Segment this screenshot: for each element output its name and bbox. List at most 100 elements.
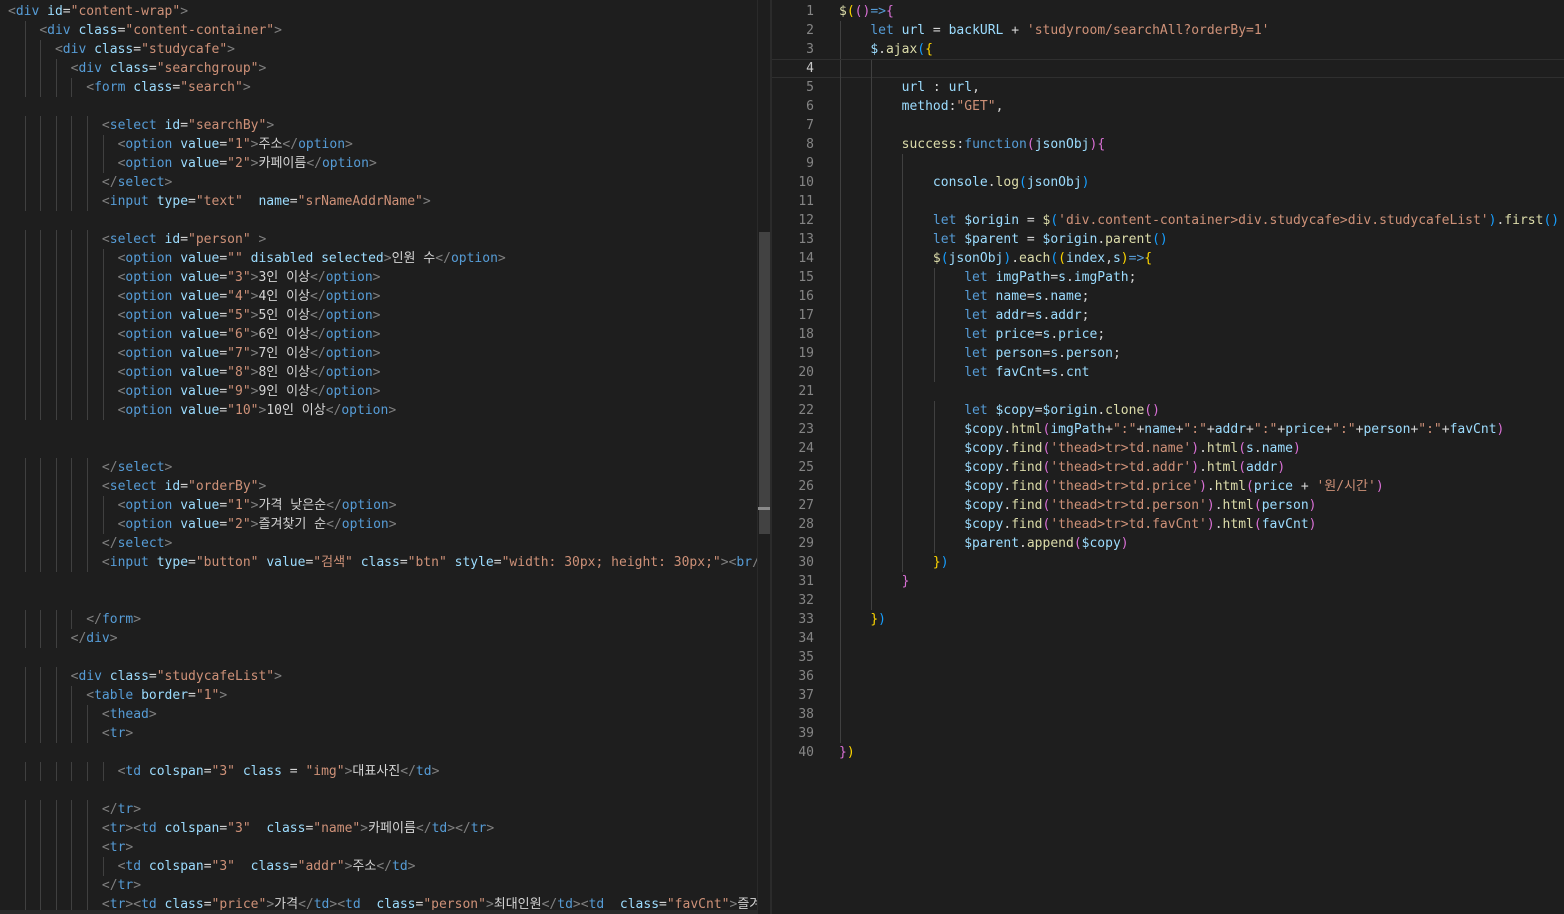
code-line[interactable]: 4	[772, 59, 1564, 79]
code-line[interactable]: 1 $(()=>{	[772, 2, 1564, 21]
code-line[interactable]: 40})	[772, 743, 1564, 762]
code-line[interactable]: <select id="orderBy">	[0, 477, 771, 496]
code-line[interactable]: 25 $copy.find('thead>tr>td.addr').html(a…	[772, 458, 1564, 477]
code-line[interactable]: 33 })	[772, 610, 1564, 629]
code-line[interactable]: <option value="2">카페이름</option>	[0, 154, 771, 173]
code-line[interactable]: 14 $(jsonObj).each((index,s)=>{	[772, 249, 1564, 268]
code-line[interactable]: <div class="content-container">	[0, 21, 771, 40]
code-line[interactable]: 6 method:"GET",	[772, 97, 1564, 116]
code-line[interactable]: 11	[772, 192, 1564, 211]
code-line[interactable]: 24 $copy.find('thead>tr>td.name').html(s…	[772, 439, 1564, 458]
code-line[interactable]: 23 $copy.html(imgPath+":"+name+":"+addr+…	[772, 420, 1564, 439]
code-line[interactable]: <form class="search">	[0, 78, 771, 97]
code-line[interactable]: <div class="studycafe">	[0, 40, 771, 59]
code-line[interactable]: 2 let url = backURL + 'studyroom/searchA…	[772, 21, 1564, 40]
code-line[interactable]: 18 let price=s.price;	[772, 325, 1564, 344]
code-line[interactable]: <div class="studycafeList">	[0, 667, 771, 686]
code-line[interactable]	[0, 591, 771, 610]
code-line[interactable]: 35	[772, 648, 1564, 667]
code-line[interactable]: 17 let addr=s.addr;	[772, 306, 1564, 325]
code-line[interactable]: <tr><td colspan="3" class="name">카페이름</t…	[0, 819, 771, 838]
code-line[interactable]: 5 url : url,	[772, 78, 1564, 97]
code-line[interactable]: 36	[772, 667, 1564, 686]
html-editor-pane[interactable]: <div id="content-wrap"> <div class="cont…	[0, 0, 771, 914]
code-line[interactable]: 37	[772, 686, 1564, 705]
code-line[interactable]: 34	[772, 629, 1564, 648]
code-line[interactable]: 22 let $copy=$origin.clone()	[772, 401, 1564, 420]
code-line[interactable]: 30 })	[772, 553, 1564, 572]
code-line[interactable]	[0, 439, 771, 458]
code-line[interactable]: 27 $copy.find('thead>tr>td.person').html…	[772, 496, 1564, 515]
indent-guide	[840, 724, 841, 743]
code-line[interactable]: </select>	[0, 458, 771, 477]
code-line[interactable]	[0, 781, 771, 800]
code-line[interactable]: <div class="searchgroup">	[0, 59, 771, 78]
code-line[interactable]	[0, 572, 771, 591]
code-line[interactable]: <option value="1">주소</option>	[0, 135, 771, 154]
code-line[interactable]	[0, 420, 771, 439]
code-line[interactable]: 15 let imgPath=s.imgPath;	[772, 268, 1564, 287]
code-line[interactable]: </tr>	[0, 800, 771, 819]
code-line[interactable]: <input type="button" value="검색" class="b…	[0, 553, 771, 572]
code-line[interactable]: <option value="" disabled selected>인원 수<…	[0, 249, 771, 268]
code-line[interactable]	[0, 648, 771, 667]
code-line[interactable]: 9	[772, 154, 1564, 173]
js-editor-pane[interactable]: 1 $(()=>{2 let url = backURL + 'studyroom…	[771, 0, 1564, 914]
code-line[interactable]: <select id="person" >	[0, 230, 771, 249]
code-line[interactable]: <option value="5">5인 이상</option>	[0, 306, 771, 325]
code-line[interactable]: </select>	[0, 534, 771, 553]
code-line[interactable]: 28 $copy.find('thead>tr>td.favCnt').html…	[772, 515, 1564, 534]
code-line[interactable]: 26 $copy.find('thead>tr>td.price').html(…	[772, 477, 1564, 496]
code-text: $copy.find('thead>tr>td.price').html(pri…	[839, 477, 1383, 496]
code-line[interactable]: <option value="8">8인 이상</option>	[0, 363, 771, 382]
code-line[interactable]: <option value="7">7인 이상</option>	[0, 344, 771, 363]
code-token: >	[133, 612, 142, 627]
code-line[interactable]: <thead>	[0, 705, 771, 724]
code-line[interactable]: 20 let favCnt=s.cnt	[772, 363, 1564, 382]
code-line[interactable]: <table border="1">	[0, 686, 771, 705]
code-line[interactable]: <option value="4">4인 이상</option>	[0, 287, 771, 306]
code-line[interactable]: <option value="1">가격 낮은순</option>	[0, 496, 771, 515]
code-line[interactable]: 19 let person=s.person;	[772, 344, 1564, 363]
code-token: >	[447, 821, 456, 836]
code-line[interactable]: <select id="searchBy">	[0, 116, 771, 135]
code-line[interactable]: </div>	[0, 629, 771, 648]
code-line[interactable]: 31 }	[772, 572, 1564, 591]
code-line[interactable]: </select>	[0, 173, 771, 192]
code-line[interactable]: 10 console.log(jsonObj)	[772, 173, 1564, 192]
code-line[interactable]: <input type="text" name="srNameAddrName"…	[0, 192, 771, 211]
code-line[interactable]: <td colspan="3" class = "img">대표사진</td>	[0, 762, 771, 781]
code-line[interactable]	[0, 743, 771, 762]
code-line[interactable]: <tr>	[0, 838, 771, 857]
code-line[interactable]: 7	[772, 116, 1564, 135]
code-line[interactable]: </form>	[0, 610, 771, 629]
horizontal-scrollbar[interactable]	[0, 910, 757, 914]
code-line[interactable]: 12 let $origin = $('div.content-containe…	[772, 211, 1564, 230]
code-line[interactable]: <td colspan="3" class="addr">주소</td>	[0, 857, 771, 876]
code-line[interactable]: </tr>	[0, 876, 771, 895]
code-line[interactable]	[0, 97, 771, 116]
code-line[interactable]: 39	[772, 724, 1564, 743]
indent-guide	[871, 116, 873, 135]
code-line[interactable]: 29 $parent.append($copy)	[772, 534, 1564, 553]
code-line[interactable]: <option value="10">10인 이상</option>	[0, 401, 771, 420]
code-token: >	[497, 251, 506, 266]
indent-guide	[840, 572, 841, 591]
code-line[interactable]: <tr>	[0, 724, 771, 743]
vertical-scrollbar[interactable]	[757, 0, 771, 914]
code-line[interactable]: 3 $.ajax({	[772, 40, 1564, 59]
code-line[interactable]: <option value="3">3인 이상</option>	[0, 268, 771, 287]
code-line[interactable]: 13 let $parent = $origin.parent()	[772, 230, 1564, 249]
code-line[interactable]: <option value="9">9인 이상</option>	[0, 382, 771, 401]
code-line[interactable]: 16 let name=s.name;	[772, 287, 1564, 306]
code-token: "searchgroup"	[156, 61, 259, 76]
code-line[interactable]: 38	[772, 705, 1564, 724]
code-line[interactable]: <option value="2">즐겨찾기 순</option>	[0, 515, 771, 534]
code-line[interactable]: 32	[772, 591, 1564, 610]
code-line[interactable]	[0, 211, 771, 230]
code-line[interactable]: 8 success:function(jsonObj){	[772, 135, 1564, 154]
code-line[interactable]: <div id="content-wrap">	[0, 2, 771, 21]
code-line[interactable]: 21	[772, 382, 1564, 401]
code-token: each	[1019, 251, 1051, 266]
code-line[interactable]: <option value="6">6인 이상</option>	[0, 325, 771, 344]
